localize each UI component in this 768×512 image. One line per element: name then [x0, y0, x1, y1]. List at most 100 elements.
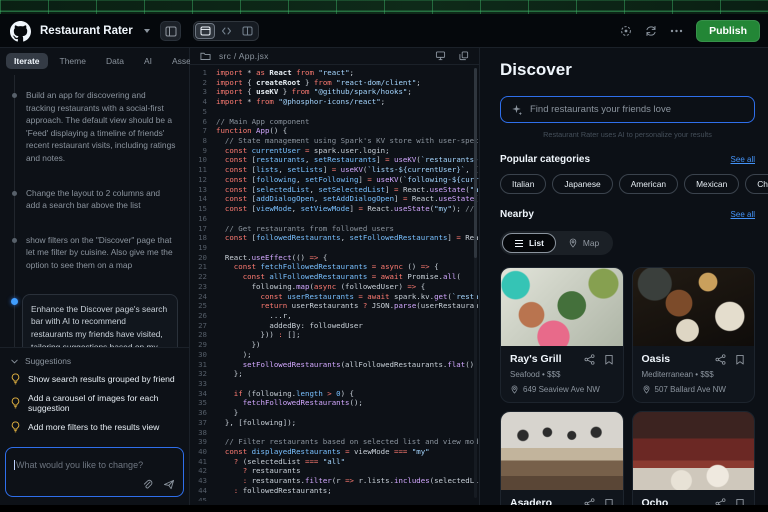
- code-line: 38: [190, 428, 479, 438]
- suggestions-header[interactable]: Suggestions: [10, 356, 179, 366]
- code-line: 11 const [lists, setLists] = useKV(`list…: [190, 165, 479, 175]
- code-line: 21 const fetchFollowedRestaurants = asyn…: [190, 262, 479, 272]
- suggestion-item[interactable]: Add a carousel of images for each sugges…: [10, 393, 179, 413]
- sidebar-tab-theme[interactable]: Theme: [52, 53, 94, 69]
- map-view-button[interactable]: Map: [556, 233, 611, 253]
- share-icon[interactable]: [715, 353, 726, 365]
- bookmark-icon[interactable]: [604, 498, 614, 506]
- bookmark-icon[interactable]: [735, 354, 745, 365]
- restaurant-card[interactable]: Asadero: [500, 411, 624, 505]
- code-line: 35 fetchFollowedRestaurants();: [190, 398, 479, 408]
- line-number: 31: [198, 359, 207, 369]
- line-content: // Main App component: [216, 116, 310, 126]
- code-line: 15 const [viewMode, setViewMode] = React…: [190, 204, 479, 214]
- restaurant-name: Oasis: [641, 353, 671, 365]
- prompt-history: Build an app for discovering and trackin…: [0, 75, 189, 348]
- restaurant-name: Ray's Grill: [510, 353, 562, 365]
- code-line: 40 const displayedRestaurants = viewMode…: [190, 447, 479, 457]
- share-icon[interactable]: [584, 497, 595, 506]
- category-chips: ItalianJapaneseAmericanMexicanChinese: [500, 174, 768, 194]
- bookmark-icon[interactable]: [604, 354, 614, 365]
- timeline-dot: [11, 190, 17, 196]
- active-prompt-item[interactable]: Enhance the Discover page's search bar w…: [0, 293, 181, 348]
- copy-code-button[interactable]: [459, 51, 469, 61]
- line-number: 16: [198, 213, 207, 223]
- split-view-button[interactable]: [237, 23, 257, 39]
- line-content: );: [216, 349, 252, 359]
- scrollbar-thumb[interactable]: [474, 68, 477, 258]
- code-line: 20 React.useEffect(() => {: [190, 253, 479, 263]
- category-chip-italian[interactable]: Italian: [500, 174, 547, 194]
- suggestions-title: Suggestions: [25, 356, 72, 367]
- prompt-history-item[interactable]: Build an app for discovering and trackin…: [0, 89, 181, 165]
- chat-input-placeholder: What would you like to change?: [16, 460, 144, 471]
- search-input[interactable]: Find restaurants your friends love: [500, 96, 755, 123]
- line-number: 26: [198, 310, 207, 320]
- code-line: 10 const [restaurants, setRestaurants] =…: [190, 155, 479, 165]
- more-options-button[interactable]: [670, 29, 683, 33]
- line-number: 14: [198, 194, 207, 204]
- app-preview-panel: Discover Find restaurants your friends l…: [480, 48, 768, 505]
- category-chip-japanese[interactable]: Japanese: [552, 174, 613, 194]
- restaurant-card[interactable]: Ocho: [631, 411, 755, 506]
- preview-view-button[interactable]: [195, 23, 215, 39]
- view-mode-switcher: [193, 21, 259, 41]
- line-content: const [addDialogOpen, setAddDialogOpen] …: [216, 194, 479, 204]
- file-path[interactable]: src / App.jsx: [219, 51, 269, 61]
- see-all-nearby-link[interactable]: See all: [731, 210, 755, 219]
- share-icon[interactable]: [715, 497, 726, 506]
- code-area[interactable]: 1 import * as React from "react"; 2 import …: [190, 65, 479, 501]
- line-content: : followedRestaurants;: [216, 485, 332, 495]
- line-number: 27: [198, 320, 207, 330]
- attach-button[interactable]: [142, 479, 153, 490]
- line-content: setFollowedRestaurants(allFollowedRestau…: [216, 359, 479, 369]
- sidebar-tab-iterate[interactable]: Iterate: [6, 53, 48, 69]
- see-all-categories-link[interactable]: See all: [731, 155, 755, 164]
- line-number: 17: [198, 223, 207, 233]
- suggestion-item[interactable]: Show search results grouped by friend: [10, 373, 179, 385]
- line-number: 3: [202, 87, 207, 97]
- restaurant-card[interactable]: Ray's Grill Seafood • $$$ 649 Seaview Av…: [500, 267, 624, 403]
- line-number: 44: [198, 485, 207, 495]
- list-view-button[interactable]: List: [502, 233, 556, 253]
- code-line: 29 }): [190, 340, 479, 350]
- category-chip-chinese[interactable]: Chinese: [745, 174, 768, 194]
- send-button[interactable]: [163, 479, 175, 490]
- target-button[interactable]: [620, 25, 632, 37]
- category-chip-american[interactable]: American: [618, 174, 679, 194]
- suggestion-item[interactable]: Add more filters to the results view: [10, 421, 179, 433]
- editor-scrollbar[interactable]: [474, 68, 477, 498]
- sidebar-toggle-button[interactable]: [160, 21, 181, 41]
- category-chip-mexican[interactable]: Mexican: [684, 174, 740, 194]
- sidebar-tab-ai[interactable]: AI: [136, 53, 160, 69]
- line-content: const allFollowedRestaurants = await Pro…: [216, 272, 461, 282]
- share-icon[interactable]: [584, 353, 595, 365]
- line-number: 25: [198, 301, 207, 311]
- line-number: 29: [198, 340, 207, 350]
- line-number: 13: [198, 184, 207, 194]
- sidebar-tab-data[interactable]: Data: [98, 53, 132, 69]
- app-title[interactable]: Restaurant Rater: [40, 25, 133, 37]
- prompt-history-item[interactable]: show filters on the "Discover" page that…: [0, 234, 181, 272]
- restaurant-photo: [632, 412, 754, 490]
- download-code-button[interactable]: [435, 51, 446, 61]
- line-content: import * as React from "react";: [216, 68, 354, 77]
- code-line: 12 const [following, setFollowing] = use…: [190, 175, 479, 185]
- browser-icon: [200, 26, 210, 36]
- timeline-dot: [11, 237, 17, 243]
- line-number: 1: [202, 68, 207, 77]
- publish-button[interactable]: Publish: [696, 20, 760, 42]
- prompt-history-item[interactable]: Change the layout to 2 columns and add a…: [0, 187, 181, 212]
- refresh-button[interactable]: [645, 25, 657, 37]
- chat-input[interactable]: What would you like to change?: [5, 447, 184, 497]
- bookmark-icon[interactable]: [735, 498, 745, 506]
- line-number: 38: [198, 427, 207, 437]
- line-number: 42: [198, 466, 207, 476]
- chevron-down-icon[interactable]: [143, 29, 150, 33]
- list-label: List: [529, 238, 544, 248]
- restaurant-card[interactable]: Oasis Mediterranean • $$$ 507 Ballard Av…: [631, 267, 755, 403]
- line-number: 40: [198, 447, 207, 457]
- lightbulb-icon: [11, 421, 20, 433]
- code-view-button[interactable]: [216, 23, 236, 39]
- github-logo-icon[interactable]: [10, 20, 31, 42]
